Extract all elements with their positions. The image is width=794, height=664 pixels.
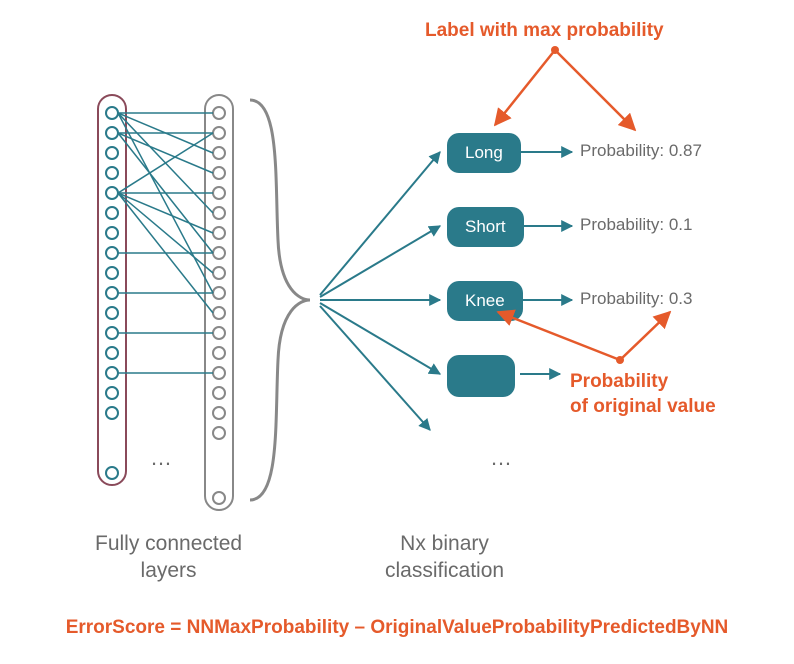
top-annotation-dot <box>551 46 559 54</box>
hidden-layer-capsule <box>205 95 233 510</box>
top-annotation-arrows <box>495 50 635 130</box>
error-score-formula: ErrorScore = NNMaxProbability – Original… <box>66 617 729 639</box>
class-box-empty <box>447 355 515 397</box>
prob-label-long: Probability: 0.87 <box>580 141 702 161</box>
fanout-arrows <box>320 152 440 430</box>
box-to-prob-arrows <box>520 152 572 374</box>
caption-line: layers <box>141 559 197 582</box>
class-box-short: Short <box>447 207 524 247</box>
annotation-line: Probability <box>570 371 668 392</box>
class-box-long: Long <box>447 133 521 173</box>
annotation-original-value: Probability of original value <box>570 370 716 419</box>
input-nodes <box>106 107 118 479</box>
caption-line: classification <box>385 559 504 582</box>
annotation-max-prob: Label with max probability <box>425 20 664 42</box>
bottom-annotation-arrows <box>498 312 670 360</box>
caption-fully-connected: Fully connected layers <box>95 530 242 585</box>
class-box-knee: Knee <box>447 281 523 321</box>
bottom-annotation-dot <box>616 356 624 364</box>
hidden-nodes <box>213 107 225 504</box>
input-layer-capsule <box>98 95 126 485</box>
prob-label-knee: Probability: 0.3 <box>580 289 692 309</box>
caption-line: Nx binary <box>400 532 489 555</box>
annotation-line: of original value <box>570 396 716 417</box>
layer-connections <box>118 113 213 373</box>
curly-brace <box>250 100 310 500</box>
ellipsis-layers: … <box>150 445 172 471</box>
prob-label-short: Probability: 0.1 <box>580 215 692 235</box>
caption-line: Fully connected <box>95 532 242 555</box>
caption-nx-binary: Nx binary classification <box>385 530 504 585</box>
ellipsis-classes: … <box>490 445 512 471</box>
